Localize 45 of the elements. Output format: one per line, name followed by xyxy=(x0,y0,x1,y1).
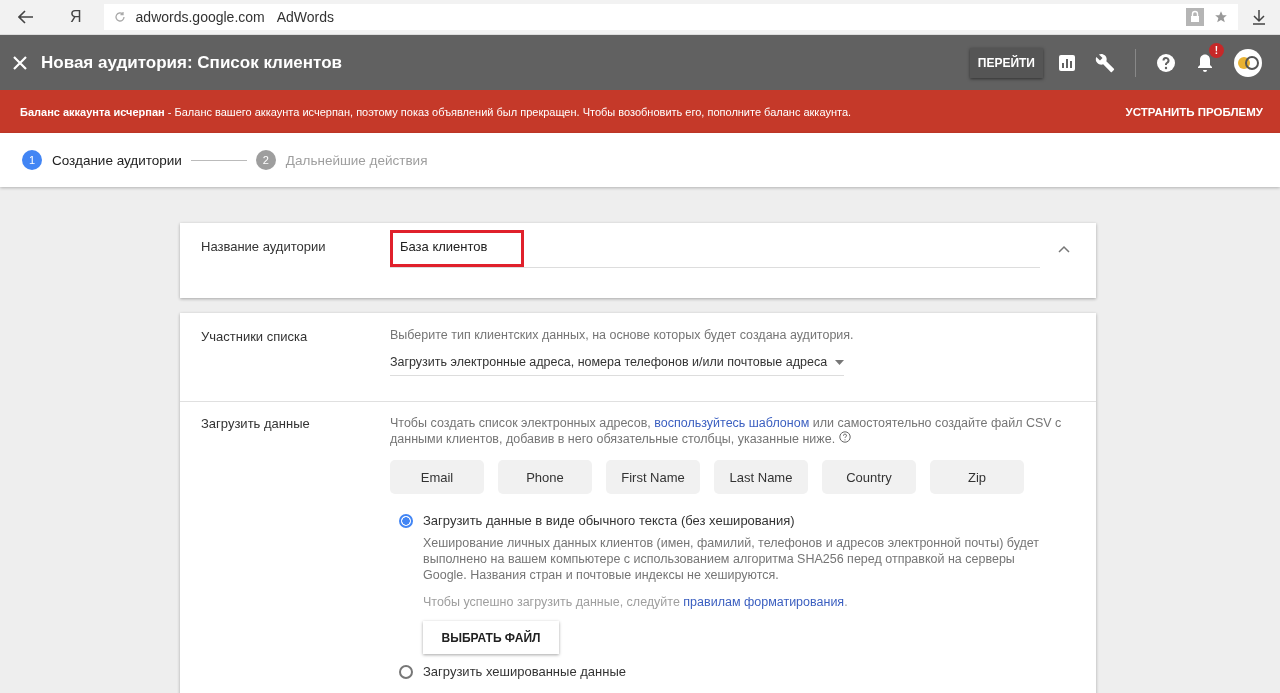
member-type-dropdown[interactable]: Загрузить электронные адреса, номера телефонов и/или почтовые адреса xyxy=(390,355,845,376)
column-chip: Country xyxy=(822,460,916,494)
browser-logo[interactable]: Я xyxy=(70,8,82,26)
url-text: adwords.google.com xyxy=(135,9,265,25)
alert-message: Баланс аккаунта исчерпан - Баланс вашего аккаунта исчерпан, поэтому показ объявлений был прекращен. Чтобы возобновить его, пополните баланс аккаунта. xyxy=(20,105,852,118)
field-label: Название аудитории xyxy=(201,239,327,254)
column-chip: Phone xyxy=(498,460,592,494)
page-title: AdWords xyxy=(276,9,335,25)
collapse-icon[interactable] xyxy=(1058,245,1070,253)
address-bar[interactable]: adwords.google.com AdWords xyxy=(103,4,1238,30)
close-icon[interactable] xyxy=(13,55,27,70)
choose-file-button[interactable]: ВЫБРАТЬ ФАЙЛ xyxy=(423,621,559,654)
audience-name-value: База клиентов xyxy=(390,230,525,267)
radio-button[interactable] xyxy=(399,665,413,679)
column-chip: Last Name xyxy=(714,460,808,494)
chart-icon[interactable] xyxy=(1059,54,1075,71)
radio-button[interactable] xyxy=(399,514,413,528)
avatar-icon[interactable] xyxy=(1234,48,1262,77)
star-icon[interactable] xyxy=(1214,10,1228,24)
dropdown-caret-icon xyxy=(835,359,845,365)
wrench-icon[interactable] xyxy=(1095,52,1115,73)
template-link[interactable]: воспользуйтесь шаблоном xyxy=(654,416,810,430)
option-label[interactable]: Загрузить хешированные данные xyxy=(423,664,626,679)
go-button[interactable]: ПЕРЕЙТИ xyxy=(969,47,1043,78)
column-chip: Zip xyxy=(930,460,1024,494)
formatting-note: Чтобы успешно загрузить данные, следуйте правилам форматирования. xyxy=(423,595,849,609)
upload-instructions: Чтобы создать список электронных адресов, воспользуйтесь шаблоном или самостоятельно создайте файл CSV с данными клиентов, добавив в него обязательные столбцы, указанные ниже. xyxy=(390,415,1063,447)
fix-problem-button[interactable]: УСТРАНИТЬ ПРОБЛЕМУ xyxy=(1125,105,1263,118)
notification-bell-icon[interactable] xyxy=(1196,52,1214,73)
back-icon[interactable] xyxy=(18,10,34,24)
help-icon[interactable] xyxy=(1156,52,1176,73)
option-label[interactable]: Загрузить данные в виде обычного текста (без хеширования) xyxy=(423,513,1048,528)
help-icon[interactable] xyxy=(838,431,851,443)
audience-name-field[interactable]: База клиентов xyxy=(390,230,1040,268)
notification-badge: ! xyxy=(1209,42,1224,58)
option-description: Хеширование личных данных клиентов (имен, фамилий, телефонов и адресов электронной почты) будет выполнено на вашем компьютере с использованием алгоритма SHA256 перед отправкой на серверы Google. Названия стран и почтовые индексы не хешируются. xyxy=(423,535,1041,583)
field-label: Загрузить данные xyxy=(201,416,311,433)
step-label[interactable]: Создание аудитории xyxy=(52,152,182,168)
download-icon[interactable] xyxy=(1252,9,1266,25)
column-chip: Email xyxy=(390,460,484,494)
step-number[interactable]: 1 xyxy=(22,150,42,170)
column-chip: First Name xyxy=(606,460,700,494)
hint-text: Выберите тип клиентских данных, на основе которых будет создана аудитория. xyxy=(390,328,854,342)
page-heading: Новая аудитория: Список клиентов xyxy=(41,52,343,73)
field-label: Участники списка xyxy=(201,329,309,346)
